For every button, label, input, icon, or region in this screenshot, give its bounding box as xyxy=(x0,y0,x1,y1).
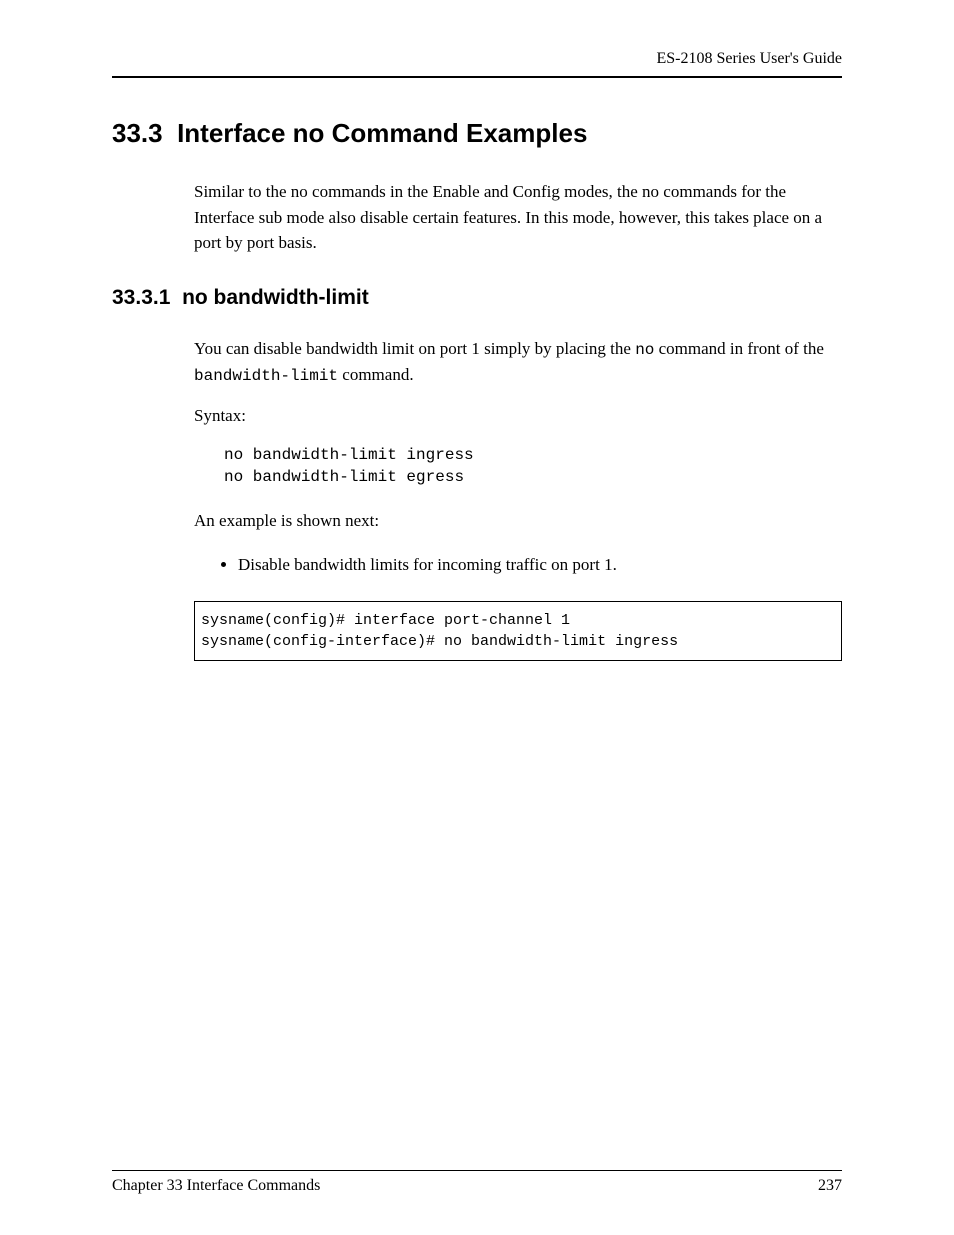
section-number: 33.3 xyxy=(112,118,163,148)
subsection-intro: You can disable bandwidth limit on port … xyxy=(194,336,842,388)
subsection-title: no bandwidth-limit xyxy=(182,286,369,309)
intro-mid: command in front of the xyxy=(654,339,824,358)
example-code-box: sysname(config)# interface port-channel … xyxy=(194,601,842,661)
example-bullets: Disable bandwidth limits for incoming tr… xyxy=(220,552,842,578)
syntax-label: Syntax: xyxy=(194,406,842,426)
bullet-item: Disable bandwidth limits for incoming tr… xyxy=(238,552,842,578)
page-footer: Chapter 33 Interface Commands 237 xyxy=(112,1170,842,1195)
example-intro: An example is shown next: xyxy=(194,508,842,534)
footer-divider xyxy=(112,1170,842,1171)
header-divider xyxy=(112,76,842,78)
intro-mono-no: no xyxy=(635,341,654,359)
footer-chapter: Chapter 33 Interface Commands xyxy=(112,1177,320,1195)
intro-suffix: command. xyxy=(338,365,414,384)
footer-page-number: 237 xyxy=(818,1177,842,1195)
header-guide-title: ES-2108 Series User's Guide xyxy=(112,50,842,68)
intro-prefix: You can disable bandwidth limit on port … xyxy=(194,339,635,358)
section-heading: 33.3 Interface no Command Examples xyxy=(112,118,842,149)
section-intro: Similar to the no commands in the Enable… xyxy=(194,179,842,256)
intro-mono-bandwidth: bandwidth-limit xyxy=(194,367,338,385)
subsection-heading: 33.3.1 no bandwidth-limit xyxy=(112,286,842,310)
syntax-code: no bandwidth-limit ingress no bandwidth-… xyxy=(224,444,842,489)
subsection-number: 33.3.1 xyxy=(112,286,170,309)
section-title: Interface no Command Examples xyxy=(177,118,587,148)
